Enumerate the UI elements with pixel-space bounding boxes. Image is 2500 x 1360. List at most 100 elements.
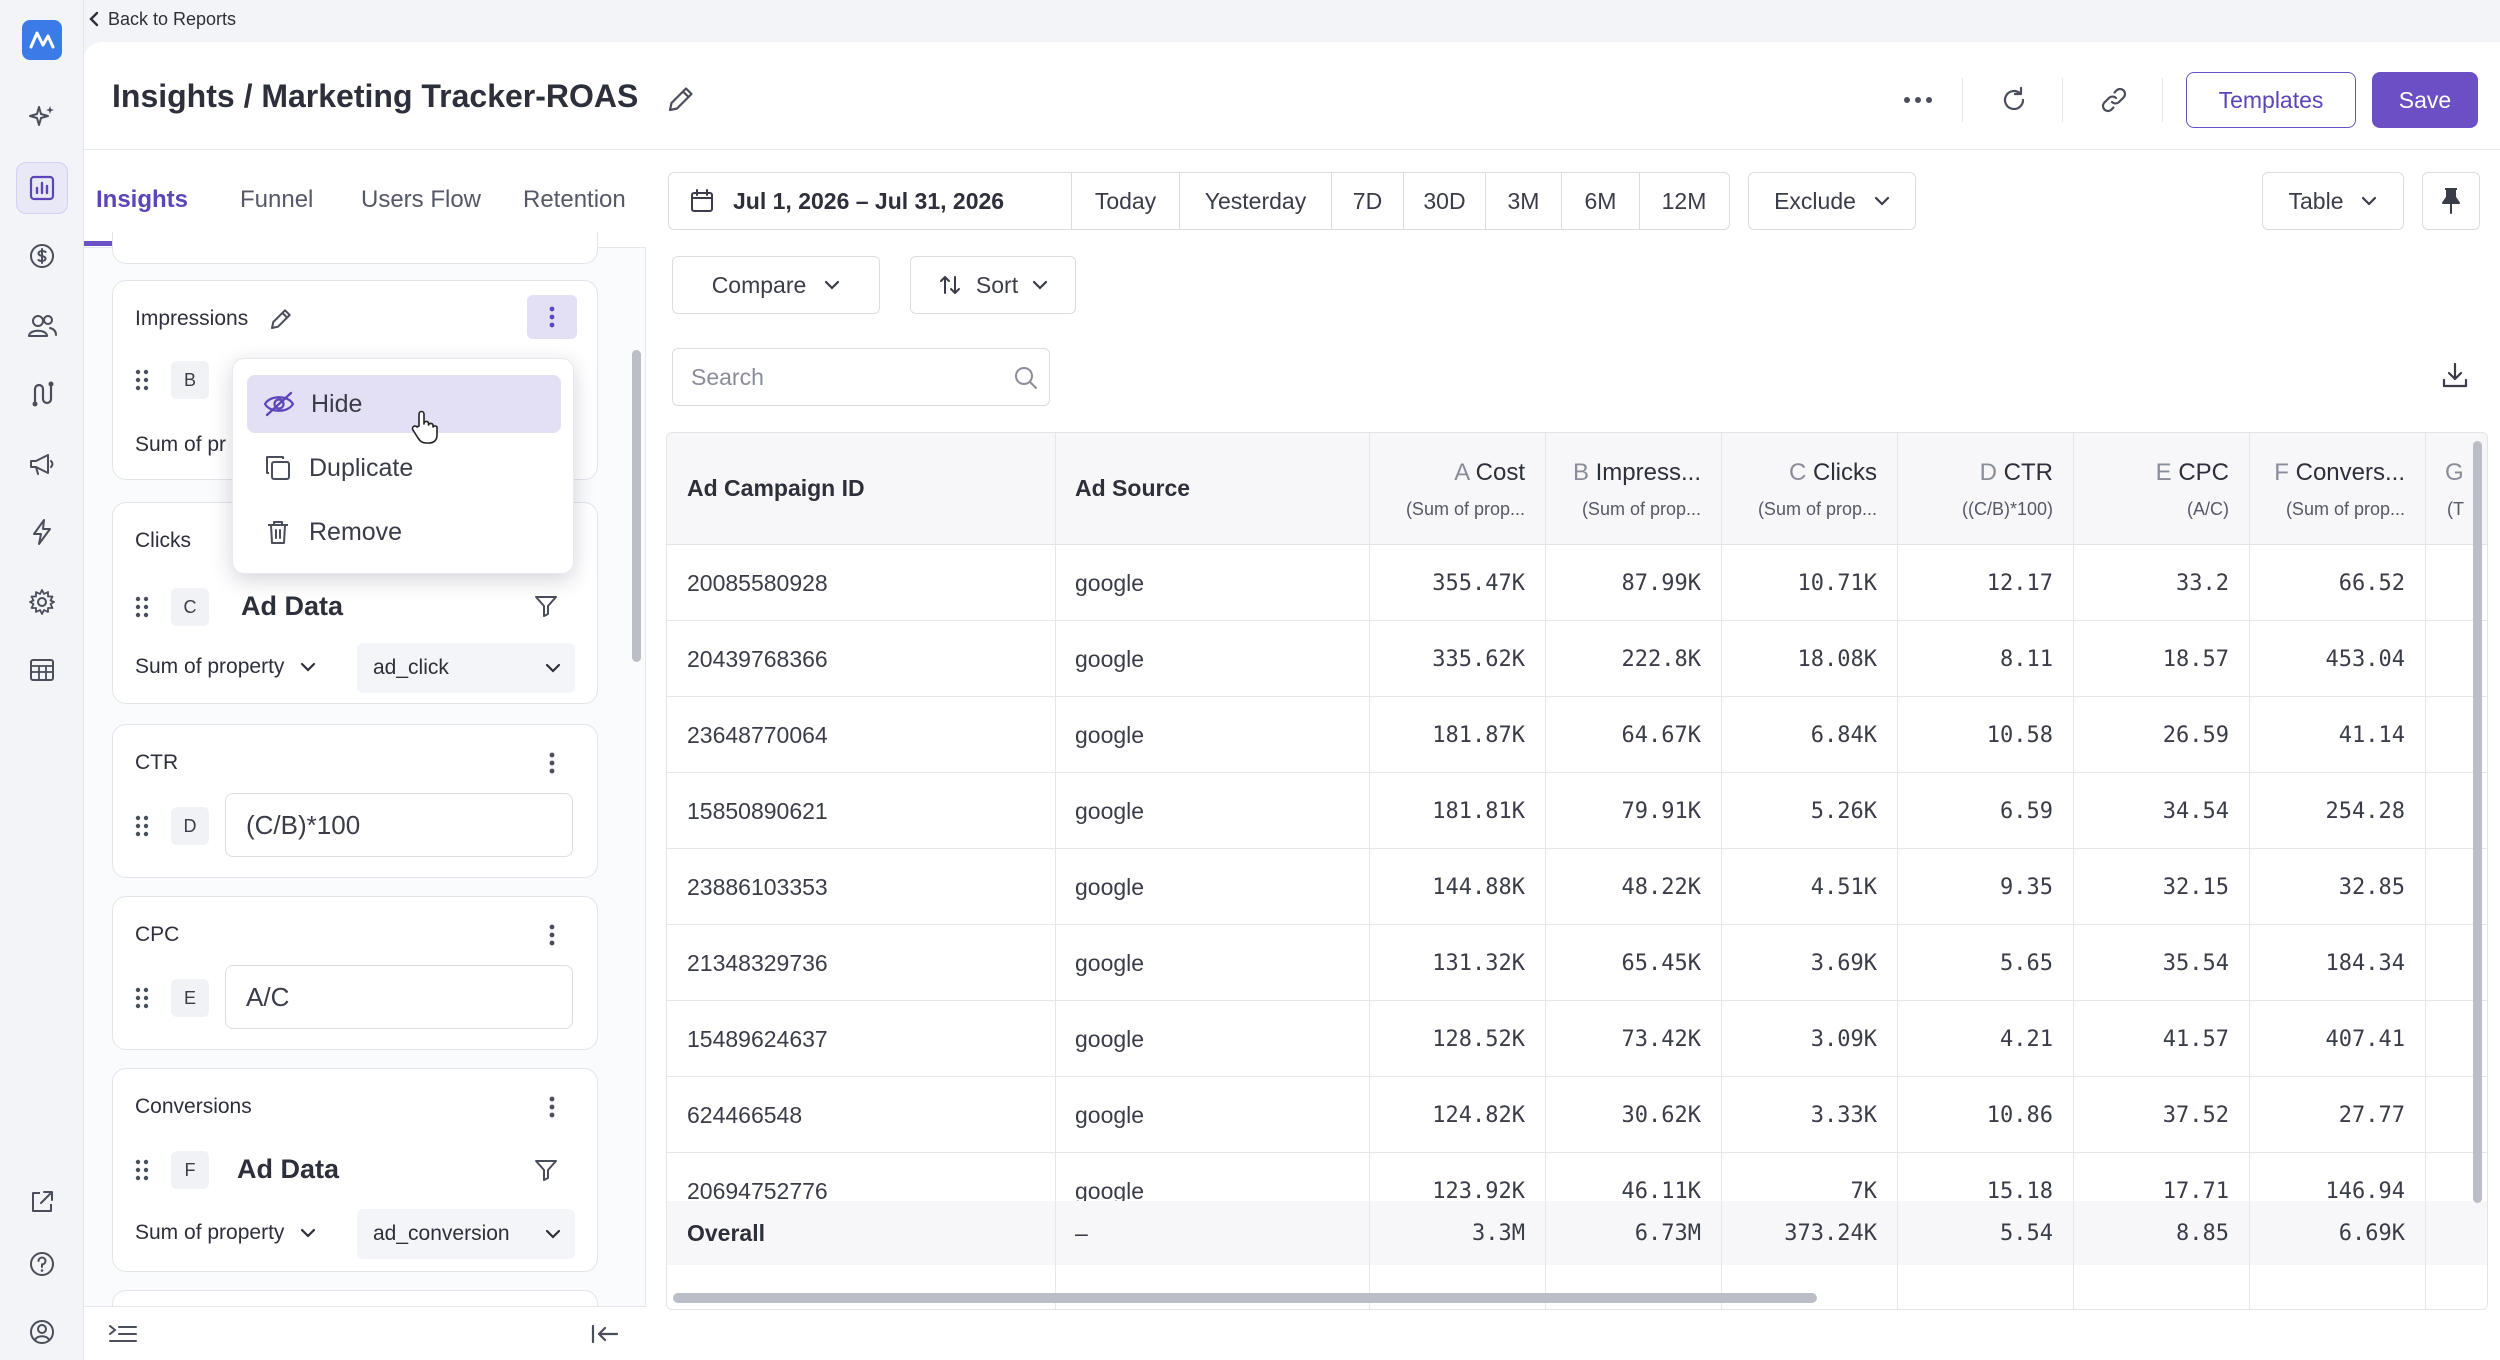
preset-7d[interactable]: 7D bbox=[1331, 173, 1403, 229]
metric-value-cell: 4.51K bbox=[1810, 874, 1877, 900]
table-row[interactable]: 15489624637 google 128.52K 73.42K 3.09K 4.21 4… bbox=[667, 1001, 2487, 1077]
download-icon[interactable] bbox=[2440, 360, 2470, 390]
menu-item-hide[interactable]: Hide bbox=[247, 375, 561, 433]
aggregation-select[interactable]: Sum of property bbox=[135, 655, 316, 679]
table-row[interactable]: 20085580928 google 355.47K 87.99K 10.71K 12.1… bbox=[667, 545, 2487, 621]
collapse-panel-icon[interactable] bbox=[590, 1323, 620, 1345]
filter-icon[interactable] bbox=[533, 593, 559, 619]
users-icon[interactable] bbox=[16, 300, 68, 352]
table-row[interactable]: 21348329736 google 131.32K 65.45K 3.69K 5.65 3… bbox=[667, 925, 2487, 1001]
external-link-icon[interactable] bbox=[16, 1176, 68, 1228]
metric-value-cell: 32.15 bbox=[2162, 874, 2229, 900]
column-header[interactable]: Ad Source bbox=[1055, 433, 1369, 545]
aggregation-select[interactable]: Sum of property bbox=[135, 1221, 316, 1245]
drag-handle-icon[interactable] bbox=[135, 1159, 149, 1181]
column-header[interactable]: E CPC (A/C) bbox=[2073, 433, 2249, 545]
property-select[interactable]: ad_click bbox=[357, 643, 575, 693]
tab-users-flow[interactable]: Users Flow bbox=[361, 186, 481, 214]
column-letter: E bbox=[2155, 459, 2172, 486]
column-header-label: Ad Campaign ID bbox=[687, 475, 865, 501]
horizontal-scrollbar[interactable] bbox=[673, 1293, 1817, 1303]
refresh-button[interactable] bbox=[1988, 74, 2040, 126]
data-source-name[interactable]: Ad Data bbox=[241, 591, 343, 622]
overall-row[interactable]: Overall – 3.3M 6.73M 373.24K 5.54 8.85 6.69K bbox=[667, 1201, 2487, 1265]
table-row[interactable]: 20439768366 google 335.62K 222.8K 18.08K 8.11… bbox=[667, 621, 2487, 697]
preset-12m[interactable]: 12M bbox=[1639, 173, 1728, 229]
column-header[interactable]: A Cost (Sum of prop... bbox=[1369, 433, 1545, 545]
pin-button[interactable] bbox=[2422, 172, 2480, 230]
sort-dropdown[interactable]: Sort bbox=[910, 256, 1076, 314]
data-table-icon[interactable] bbox=[16, 644, 68, 696]
tab-insights[interactable]: Insights bbox=[96, 186, 188, 214]
account-icon[interactable] bbox=[16, 1306, 68, 1358]
preset-today[interactable]: Today bbox=[1071, 173, 1179, 229]
tab-retention[interactable]: Retention bbox=[523, 186, 626, 214]
compare-dropdown[interactable]: Compare bbox=[672, 256, 880, 314]
metric-card-partial bbox=[112, 232, 598, 264]
date-range-picker[interactable]: Jul 1, 2026 – Jul 31, 2026 bbox=[669, 173, 1071, 229]
column-letter: B bbox=[1572, 459, 1589, 486]
search-input[interactable] bbox=[691, 361, 991, 393]
preset-6m[interactable]: 6M bbox=[1561, 173, 1639, 229]
drag-handle-icon[interactable] bbox=[135, 987, 149, 1009]
edit-title-icon[interactable] bbox=[664, 82, 698, 116]
settings-icon[interactable] bbox=[16, 576, 68, 628]
aggregation-select[interactable]: Sum of pr bbox=[135, 433, 226, 457]
metric-options-button[interactable] bbox=[527, 1085, 577, 1129]
metric-value-cell: 18.08K bbox=[1797, 646, 1877, 672]
menu-item-remove[interactable]: Remove bbox=[247, 503, 561, 561]
sparkle-icon[interactable] bbox=[16, 92, 68, 144]
data-source-name[interactable]: Ad Data bbox=[237, 1154, 339, 1185]
vertical-scrollbar[interactable] bbox=[2473, 441, 2482, 1203]
help-icon[interactable] bbox=[16, 1238, 68, 1290]
preset-yesterday[interactable]: Yesterday bbox=[1179, 173, 1331, 229]
table-header: Ad Campaign ID Ad Source A Cost (Sum of … bbox=[667, 433, 2487, 545]
exclude-dropdown[interactable]: Exclude bbox=[1748, 172, 1916, 230]
megaphone-icon[interactable] bbox=[16, 438, 68, 490]
edit-metric-name-icon[interactable] bbox=[267, 305, 295, 333]
column-header[interactable]: F Convers... (Sum of prop... bbox=[2249, 433, 2425, 545]
table-row[interactable]: 15850890621 google 181.81K 79.91K 5.26K 6.59 3… bbox=[667, 773, 2487, 849]
chevron-down-icon bbox=[545, 1229, 561, 1239]
search-icon[interactable] bbox=[1013, 365, 1039, 391]
insights-icon[interactable] bbox=[16, 162, 68, 214]
data-table: Ad Campaign ID Ad Source A Cost (Sum of … bbox=[666, 432, 2488, 1310]
preset-3m[interactable]: 3M bbox=[1485, 173, 1561, 229]
drag-handle-icon[interactable] bbox=[135, 815, 149, 837]
indent-list-icon[interactable] bbox=[108, 1323, 138, 1345]
preset-30d[interactable]: 30D bbox=[1403, 173, 1485, 229]
flow-icon[interactable] bbox=[16, 368, 68, 420]
metric-options-button[interactable] bbox=[527, 741, 577, 785]
metric-options-button[interactable] bbox=[527, 295, 577, 339]
logo-icon[interactable] bbox=[16, 14, 68, 66]
column-header[interactable]: C Clicks (Sum of prop... bbox=[1721, 433, 1897, 545]
templates-button[interactable]: Templates bbox=[2186, 72, 2356, 128]
ad-source-cell: google bbox=[1075, 949, 1145, 976]
save-button[interactable]: Save bbox=[2372, 72, 2478, 128]
column-header[interactable]: Ad Campaign ID bbox=[667, 433, 1055, 545]
column-header[interactable]: B Impress... (Sum of prop... bbox=[1545, 433, 1721, 545]
column-subtitle: (Sum of prop... bbox=[1757, 499, 1877, 519]
view-type-dropdown[interactable]: Table bbox=[2262, 172, 2404, 230]
metric-value-cell: 6.73M bbox=[1634, 1220, 1701, 1246]
table-row[interactable]: 23648770064 google 181.87K 64.67K 6.84K 10.58… bbox=[667, 697, 2487, 773]
back-to-reports-link[interactable]: Back to Reports bbox=[88, 6, 236, 32]
column-header[interactable]: D CTR ((C/B)*100) bbox=[1897, 433, 2073, 545]
menu-item-duplicate[interactable]: Duplicate bbox=[247, 439, 561, 497]
link-button[interactable] bbox=[2088, 74, 2140, 126]
panel-scrollbar[interactable] bbox=[632, 350, 641, 662]
table-row[interactable]: 624466548 google 124.82K 30.62K 3.33K 10.86 37… bbox=[667, 1077, 2487, 1153]
formula-input[interactable]: (C/B)*100 bbox=[225, 793, 573, 857]
drag-handle-icon[interactable] bbox=[135, 596, 149, 618]
filter-icon[interactable] bbox=[533, 1157, 559, 1183]
bolt-icon[interactable] bbox=[16, 506, 68, 558]
metric-options-button[interactable] bbox=[527, 913, 577, 957]
tab-funnel[interactable]: Funnel bbox=[240, 186, 313, 214]
metric-value-cell: 87.99K bbox=[1621, 570, 1701, 596]
more-options-button[interactable] bbox=[1892, 74, 1944, 126]
property-select[interactable]: ad_conversion bbox=[357, 1209, 575, 1259]
formula-input[interactable]: A/C bbox=[225, 965, 573, 1029]
table-row[interactable]: 23886103353 google 144.88K 48.22K 4.51K 9.35 3… bbox=[667, 849, 2487, 925]
dollar-icon[interactable] bbox=[16, 230, 68, 282]
drag-handle-icon[interactable] bbox=[135, 369, 149, 391]
